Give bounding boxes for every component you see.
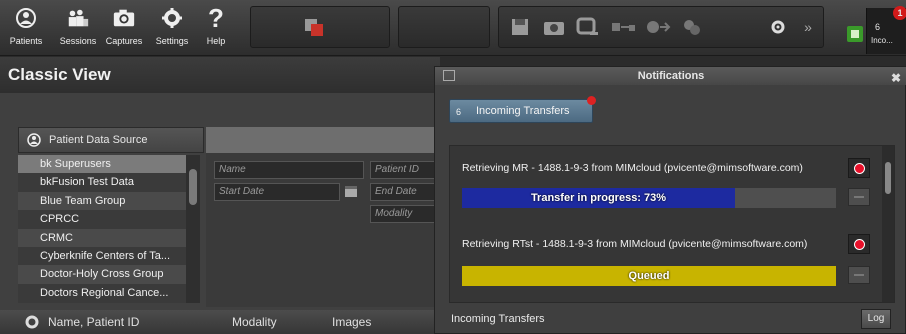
end-date-field[interactable]: End Date (370, 183, 436, 201)
minimize-item-button[interactable] (848, 266, 870, 284)
search-area: Name Patient ID Start Date End Date Moda… (206, 127, 440, 307)
toolbar-panel-tools: » (498, 6, 824, 48)
list-item[interactable]: Cyberknife Centers of Ta... (18, 247, 186, 265)
window-icon (443, 70, 455, 81)
tab-incoming-transfers[interactable]: 6 Incoming Transfers (449, 96, 596, 123)
toolbar-panel-middle (398, 6, 490, 48)
list-item[interactable]: CRMC (18, 228, 186, 247)
list-item[interactable]: Doctors Regional Cance... (18, 284, 186, 302)
minimize-item-button[interactable] (848, 188, 870, 206)
transfer-item-text: Retrieving RTst - 1488.1-9-3 from MIMclo… (462, 238, 808, 250)
source-list: bk Superusers bkFusion Test Data Blue Te… (18, 155, 186, 303)
settings-button[interactable]: Settings (150, 4, 194, 52)
patient-id-field[interactable]: Patient ID (370, 161, 436, 179)
app-window: Patients Sessions Captures Settings ? He… (0, 0, 906, 334)
page-title: Classic View (8, 65, 111, 84)
notifications-title: Notifications (637, 70, 705, 82)
log-button[interactable]: Log (861, 309, 891, 329)
save-icon[interactable] (507, 15, 533, 39)
column-modality[interactable]: Modality (232, 315, 277, 329)
patients-button[interactable]: Patients (4, 4, 48, 52)
transfer-icon[interactable] (611, 15, 637, 39)
gear-icon[interactable] (24, 314, 40, 334)
transfer-list: Retrieving MR - 1488.1-9-3 from MIMcloud… (449, 145, 895, 303)
cancel-transfer-button[interactable] (848, 158, 870, 178)
expand-icon[interactable]: » (795, 15, 821, 39)
sessions-icon (66, 6, 90, 30)
toolbar-panel-left (250, 6, 390, 48)
source-header-label: Patient Data Source (49, 134, 148, 146)
start-date-field[interactable]: Start Date (214, 183, 340, 201)
main-toolbar: Patients Sessions Captures Settings ? He… (0, 0, 906, 56)
list-item[interactable]: CPRCC (18, 210, 186, 228)
gear-icon[interactable] (765, 15, 791, 39)
progress-label: Queued (628, 270, 670, 282)
sessions-button[interactable]: Sessions (56, 4, 100, 52)
search-header (206, 127, 440, 153)
footer-label: Incoming Transfers (451, 313, 545, 325)
progress-label: Transfer in progress: 73% (530, 192, 667, 204)
notifications-window: Notifications ✖ 6 Incoming Transfers Ret… (434, 66, 906, 334)
list-item[interactable]: Blue Team Group (18, 191, 186, 211)
list-item[interactable]: bk Superusers (18, 155, 186, 174)
list-item[interactable]: Doctor-Holy Cross Group (18, 265, 186, 284)
incoming-badge: 1 (893, 6, 906, 20)
incoming-count: 6 (875, 22, 881, 32)
settings-icon (160, 6, 184, 30)
patients-icon (14, 6, 38, 30)
help-icon: ? (208, 2, 224, 33)
list-item[interactable]: bkFusion Test Data (18, 173, 186, 191)
cancel-transfer-button[interactable] (848, 234, 870, 254)
modality-field[interactable]: Modality (370, 205, 436, 223)
notifications-titlebar: Notifications ✖ (435, 67, 906, 85)
layers-icon (305, 19, 323, 36)
progress-bar: Transfer in progress: 73% (462, 188, 836, 208)
incoming-tab-count: 6 (456, 107, 462, 117)
transfer-scrollbar[interactable] (882, 146, 894, 302)
column-images[interactable]: Images (332, 315, 371, 329)
column-name-patient-id[interactable]: Name, Patient ID (48, 315, 139, 329)
camera-icon[interactable] (541, 15, 567, 39)
incoming-label: Inco... (871, 36, 893, 45)
transfer-item-text: Retrieving MR - 1488.1-9-3 from MIMcloud… (462, 162, 803, 174)
scroll-thumb[interactable] (885, 162, 891, 194)
tag-icon[interactable] (679, 15, 705, 39)
patients-icon (27, 133, 41, 150)
captures-icon (112, 6, 136, 30)
calendar-icon[interactable] (344, 184, 358, 203)
app-icon[interactable] (842, 22, 868, 46)
patient-data-source-header[interactable]: Patient Data Source (18, 127, 204, 153)
screen-capture-icon[interactable] (575, 15, 601, 39)
source-scrollbar[interactable] (186, 155, 200, 303)
view-header: Classic View (0, 57, 440, 93)
help-button[interactable]: ? Help (194, 2, 238, 52)
scroll-thumb[interactable] (189, 169, 197, 205)
progress-bar: Queued (462, 266, 836, 286)
incoming-toggle[interactable]: 6 Inco... 1 (866, 6, 906, 54)
close-icon[interactable]: ✖ (891, 69, 901, 87)
send-icon[interactable] (645, 15, 671, 39)
name-field[interactable]: Name (214, 161, 364, 179)
table-header: Name, Patient ID Modality Images (0, 310, 440, 334)
captures-button[interactable]: Captures (102, 4, 146, 52)
incoming-tab-label: Incoming Transfers (476, 105, 570, 117)
alert-dot-icon (587, 96, 596, 105)
